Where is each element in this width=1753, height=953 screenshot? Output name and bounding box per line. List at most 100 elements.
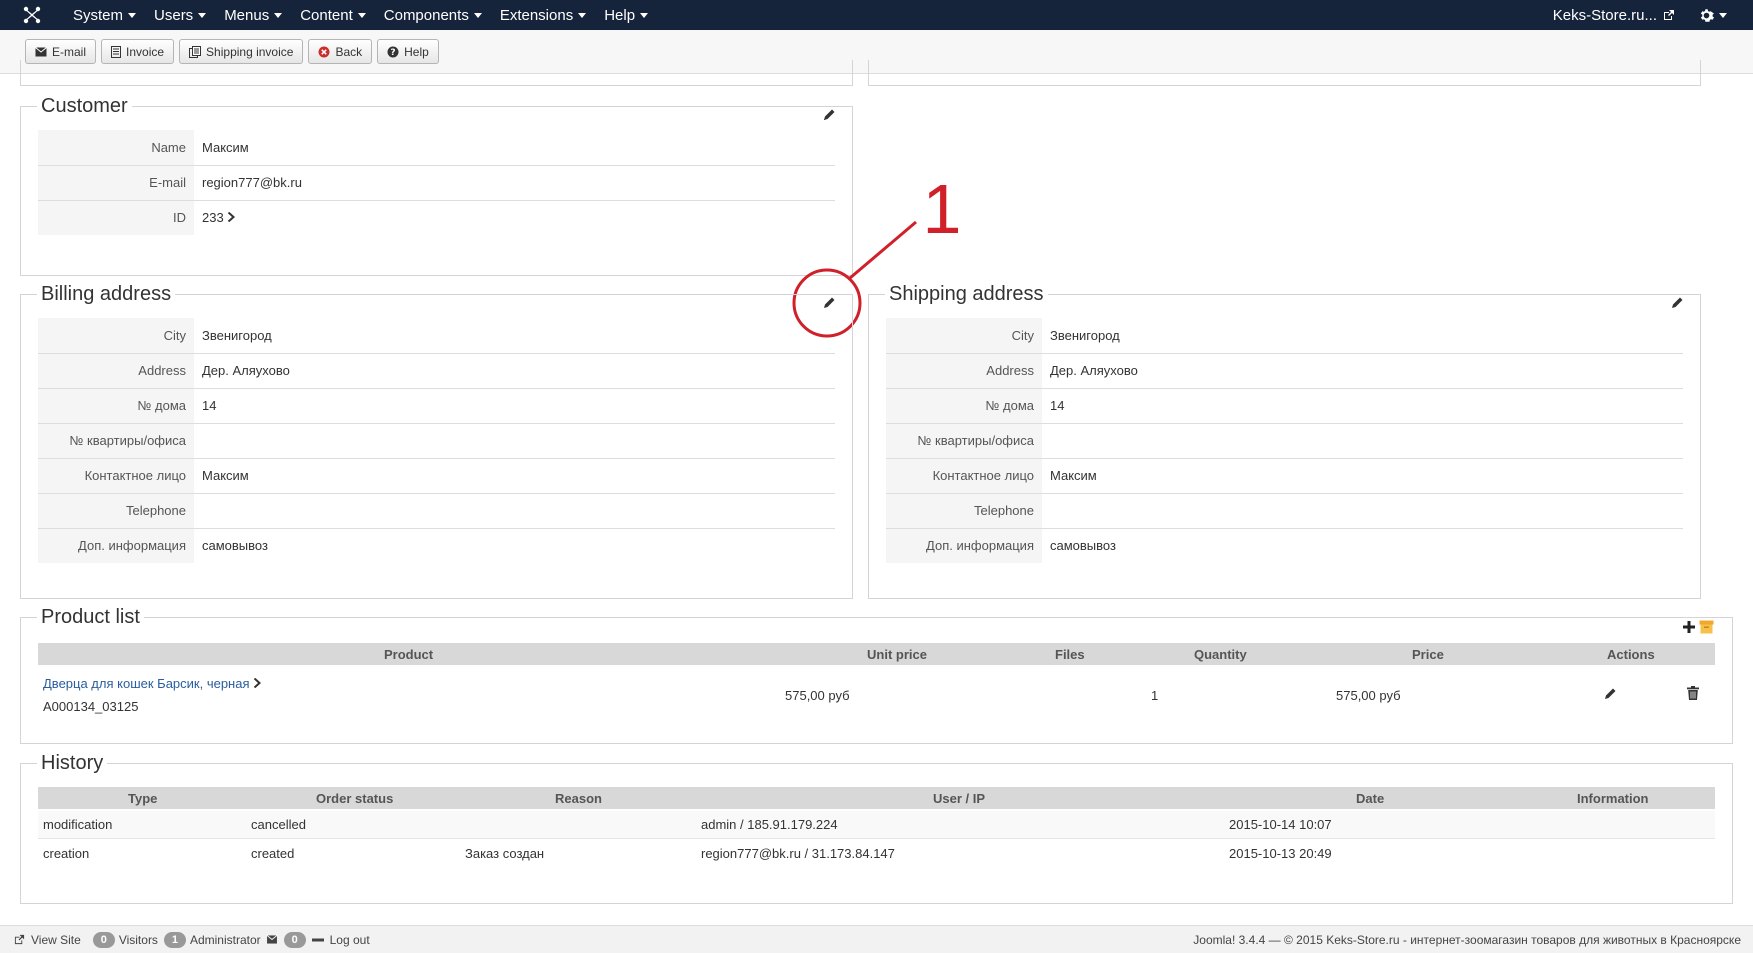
- billing-legend: Billing address: [37, 282, 176, 306]
- billing-row-city: City Звенигород: [38, 318, 835, 353]
- envelope-icon[interactable]: [266, 935, 278, 944]
- header-order-status: Order status: [316, 790, 394, 806]
- external-link-icon: [14, 934, 25, 945]
- copyright-text: Joomla! 3.4.4 — © 2015 Keks-Store.ru - и…: [1193, 932, 1741, 947]
- admin-count-badge: 1: [163, 931, 186, 948]
- caret-down-icon: [1719, 12, 1727, 18]
- customer-row-name: Name Максим: [38, 130, 835, 165]
- header-user-ip: User / IP: [933, 790, 986, 806]
- menu-users[interactable]: Users: [145, 0, 215, 30]
- caret-down-icon: [640, 12, 649, 18]
- customer-table: Name Максим E-mail region777@bk.ru ID 23…: [38, 130, 835, 235]
- shipping-legend: Shipping address: [885, 282, 1048, 306]
- header-actions: Actions: [1607, 646, 1655, 662]
- history-legend: History: [37, 751, 108, 775]
- product-row: Дверца для кошек Барсик, черная A000134_…: [38, 673, 1715, 723]
- product-price: 575,00 руб: [1336, 688, 1401, 703]
- menu-content[interactable]: Content: [291, 0, 375, 30]
- pencil-icon[interactable]: [822, 108, 836, 122]
- header-quantity: Quantity: [1194, 646, 1247, 662]
- caret-down-icon: [128, 12, 137, 18]
- billing-row-address: Address Дер. Аляухово: [38, 352, 835, 388]
- external-link-icon: [1664, 10, 1674, 20]
- shipping-address-section: Shipping address City Звенигород Address Д…: [868, 282, 1701, 599]
- billing-table: City Звенигород Address Дер. Аляухово № до…: [38, 318, 835, 563]
- chevron-right-icon[interactable]: [227, 212, 236, 223]
- archive-box-icon[interactable]: [1699, 620, 1714, 634]
- previous-section-left: [20, 60, 853, 86]
- shipping-row-city: City Звенигород: [886, 318, 1683, 353]
- envelope-icon: [35, 46, 47, 56]
- administrator-label: Administrator: [189, 932, 261, 947]
- svg-text:?: ?: [391, 48, 396, 58]
- header-files: Files: [1055, 646, 1085, 662]
- caret-down-icon: [274, 12, 283, 18]
- customer-id: 233: [202, 210, 224, 226]
- product-unit-price: 575,00 руб: [785, 688, 850, 703]
- logout-link[interactable]: Log out: [330, 933, 370, 947]
- visitors-count-badge: 0: [92, 931, 115, 948]
- shipping-row-address: Address Дер. Аляухово: [886, 352, 1683, 388]
- pencil-icon[interactable]: [1670, 296, 1684, 310]
- header-information: Information: [1577, 790, 1649, 806]
- annotation-arrow-line: [849, 220, 917, 280]
- menu-help[interactable]: Help: [595, 0, 657, 30]
- settings-menu[interactable]: [1687, 8, 1753, 23]
- annotation-number: 1: [923, 170, 960, 248]
- customer-section: Customer Name Максим E-mail region777@bk…: [20, 94, 853, 276]
- customer-row-email: E-mail region777@bk.ru: [38, 164, 835, 200]
- add-product-icon[interactable]: [1682, 620, 1696, 634]
- billing-address-section: Billing address City Звенигород Address Де…: [20, 282, 853, 599]
- history-row: modification cancelled admin / 185.91.17…: [38, 811, 1715, 839]
- billing-row-house: № дома 14: [38, 387, 835, 423]
- messages-count-badge: 0: [283, 931, 306, 948]
- product-table-header: Product Unit price Files Quantity Price …: [38, 643, 1715, 665]
- shipping-row-telephone: Telephone: [886, 492, 1683, 528]
- menu-extensions[interactable]: Extensions: [491, 0, 595, 30]
- header-unit-price: Unit price: [867, 646, 927, 662]
- view-site-link[interactable]: View Site: [31, 933, 81, 947]
- menu-menus[interactable]: Menus: [215, 0, 291, 30]
- joomla-logo-icon[interactable]: [0, 0, 64, 30]
- header-product: Product: [384, 646, 434, 662]
- document-icon: [111, 45, 122, 58]
- status-footer: View Site 0 Visitors 1 Administrator 0 L…: [0, 925, 1753, 953]
- pencil-icon[interactable]: [822, 296, 836, 310]
- site-link[interactable]: Keks-Store.ru...: [1541, 7, 1687, 24]
- product-link[interactable]: Дверца для кошек Барсик, черная: [43, 676, 250, 691]
- previous-section-right: [868, 60, 1701, 86]
- history-table-header: Type Order status Reason User / IP Date …: [38, 787, 1715, 809]
- shipping-row-contact: Контактное лицо Максим: [886, 457, 1683, 493]
- header-date: Date: [1356, 790, 1385, 806]
- document-stack-icon: [189, 45, 202, 58]
- caret-down-icon: [198, 12, 207, 18]
- trash-icon[interactable]: [1687, 686, 1699, 700]
- shipping-table: City Звенигород Address Дер. Аляухово № до…: [886, 318, 1683, 563]
- header-price: Price: [1412, 646, 1444, 662]
- billing-row-apartment: № квартиры/офиса: [38, 422, 835, 458]
- history-section: History Type Order status Reason User / …: [20, 751, 1733, 904]
- product-sku: A000134_03125: [43, 699, 139, 714]
- header-reason: Reason: [555, 790, 602, 806]
- billing-row-contact: Контактное лицо Максим: [38, 457, 835, 493]
- shipping-row-apartment: № квартиры/офиса: [886, 422, 1683, 458]
- visitors-label: Visitors: [118, 932, 158, 947]
- product-list-legend: Product list: [37, 605, 144, 629]
- chevron-right-icon[interactable]: [253, 677, 262, 689]
- cancel-circle-icon: [318, 46, 330, 57]
- caret-down-icon: [473, 12, 482, 18]
- product-list-section: Product list Product Unit price Files Qu…: [20, 605, 1733, 744]
- customer-row-id: ID 233: [38, 199, 835, 235]
- question-circle-icon: ?: [387, 46, 399, 58]
- menu-components[interactable]: Components: [375, 0, 491, 30]
- shipping-row-info: Доп. информация самовывоз: [886, 527, 1683, 563]
- pencil-icon[interactable]: [1603, 687, 1617, 701]
- menu-system[interactable]: System: [64, 0, 145, 30]
- minus-icon: [311, 938, 324, 941]
- top-navbar: System Users Menus Content Components Ex…: [0, 0, 1753, 30]
- header-type: Type: [128, 790, 158, 806]
- customer-legend: Customer: [37, 94, 132, 118]
- history-row: creation created Заказ создан region777@…: [43, 846, 1332, 861]
- shipping-row-house: № дома 14: [886, 387, 1683, 423]
- caret-down-icon: [357, 12, 366, 18]
